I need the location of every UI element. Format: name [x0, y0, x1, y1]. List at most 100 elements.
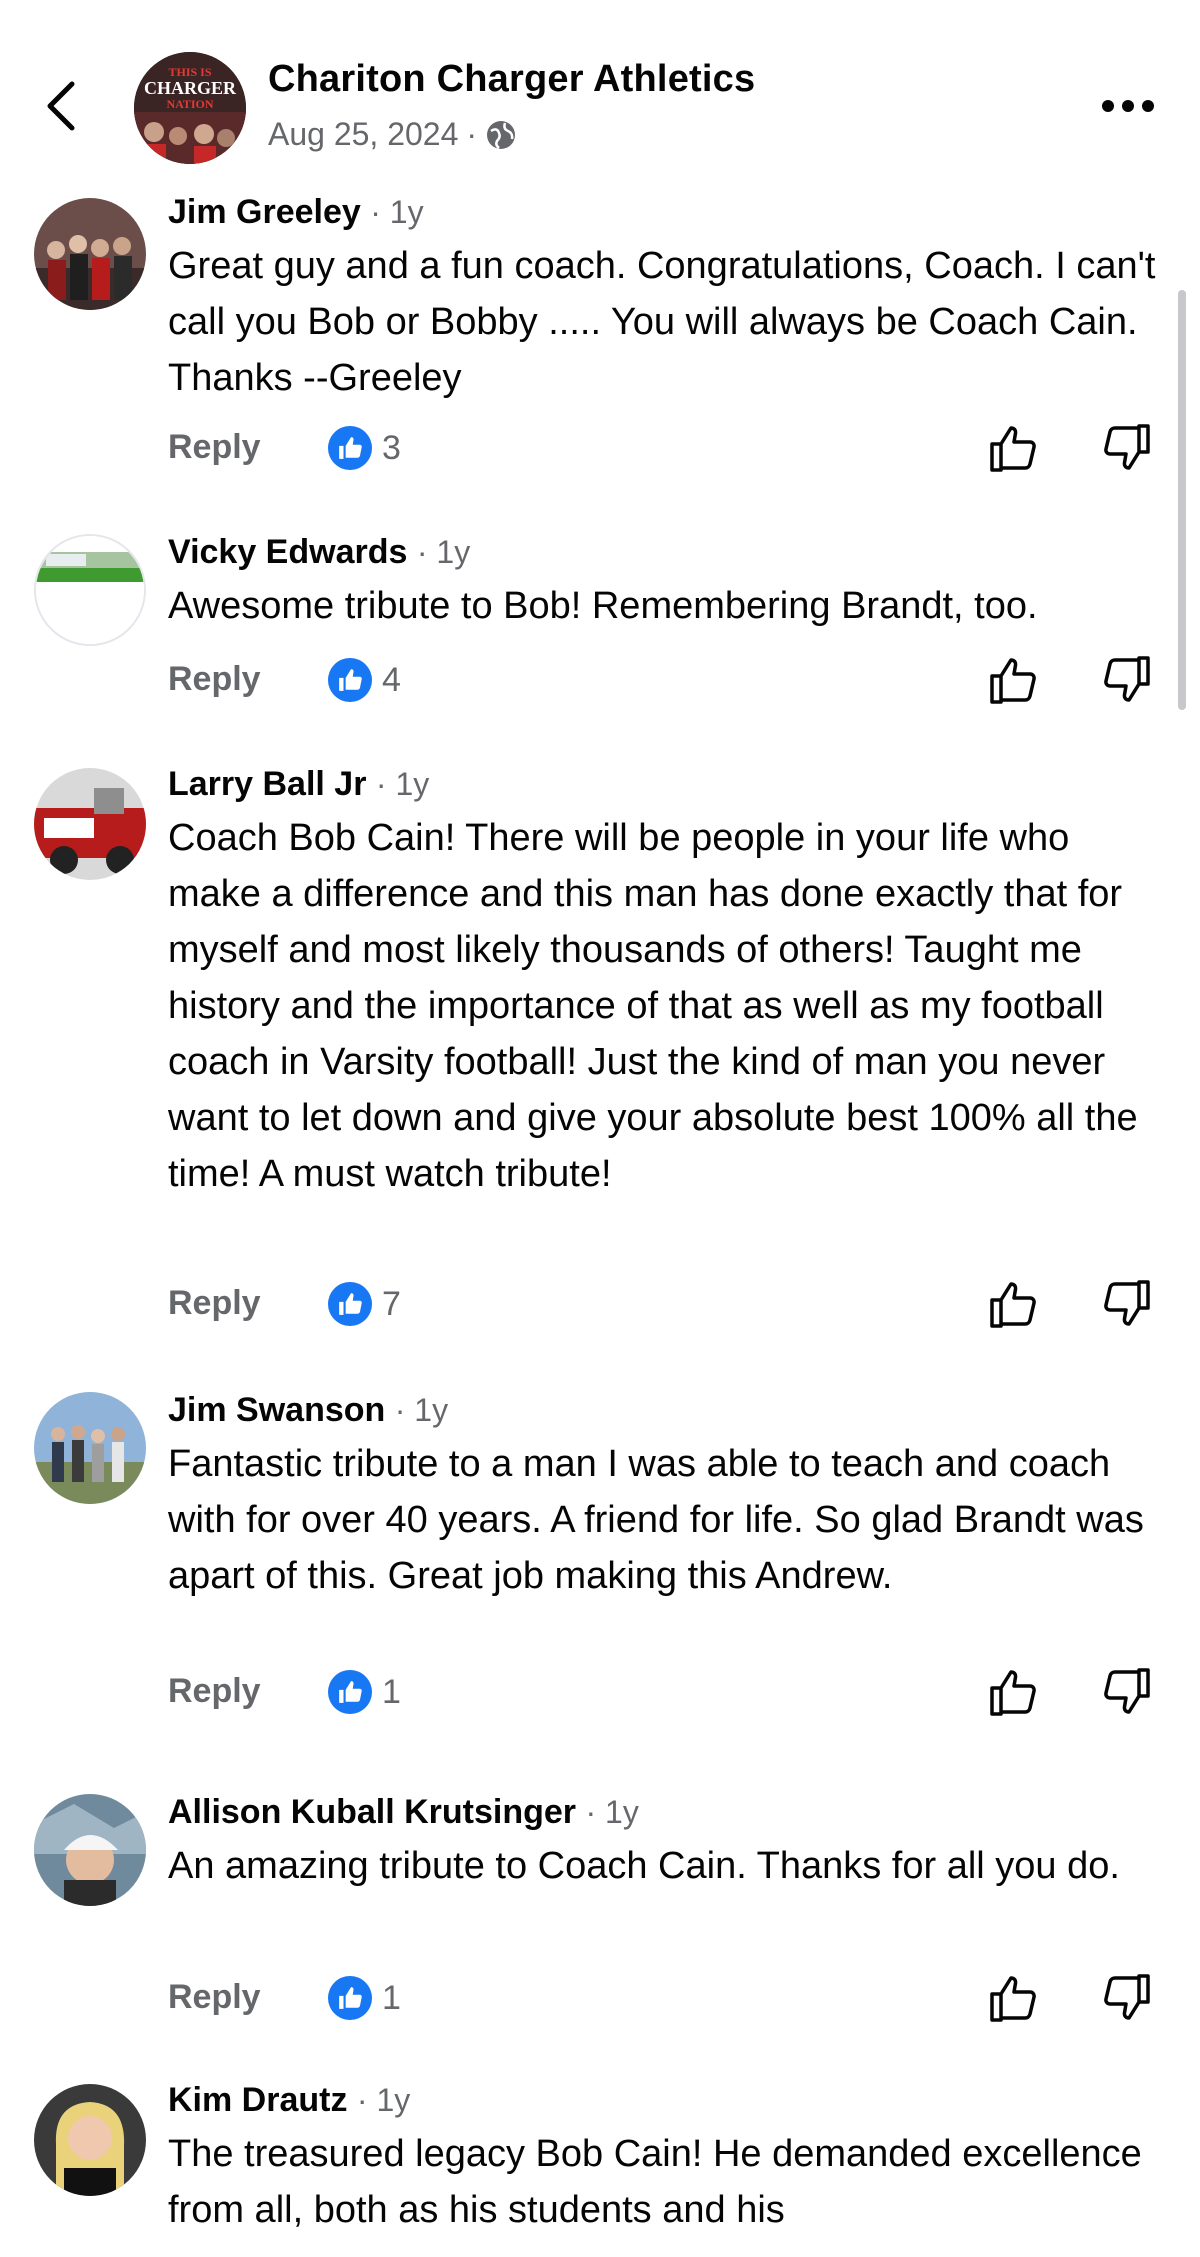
avatar[interactable]	[34, 768, 146, 880]
globe-icon	[487, 120, 516, 149]
scrollbar[interactable]	[1178, 290, 1186, 710]
back-button[interactable]	[42, 76, 82, 136]
like-button[interactable]	[986, 1970, 1042, 2026]
avatar[interactable]	[34, 2084, 146, 2196]
like-button[interactable]	[986, 652, 1042, 708]
comment-header: Jim Greeley · 1y	[168, 190, 1168, 234]
comment-time: · 1y	[416, 534, 471, 570]
comment-text: Coach Bob Cain! There will be people in …	[168, 817, 1138, 1195]
comment-time: · 1y	[585, 1794, 639, 1830]
reaction-summary[interactable]: 1	[328, 1974, 401, 2022]
comment-actions: Reply 4	[168, 652, 1168, 708]
reaction-summary[interactable]: 1	[328, 1668, 401, 1716]
comment-actions: Reply 3	[168, 420, 1168, 476]
dislike-button[interactable]	[1098, 1276, 1154, 1332]
like-count: 1	[382, 1978, 401, 2017]
svg-text:THIS IS: THIS IS	[168, 65, 211, 79]
comment-text: The treasured legacy Bob Cain! He demand…	[168, 2133, 1142, 2231]
thumbs-down-icon	[1104, 1280, 1150, 1326]
like-button[interactable]	[986, 1664, 1042, 1720]
reaction-summary[interactable]: 3	[328, 424, 401, 472]
dislike-button[interactable]	[1098, 652, 1154, 708]
comment-header: Allison Kuball Krutsinger · 1y	[168, 1790, 1168, 1834]
post-meta: Aug 25, 2024 ·	[268, 116, 517, 153]
avatar-photo	[34, 2084, 146, 2196]
avatar-photo	[34, 198, 146, 310]
avatar-photo	[34, 1794, 146, 1906]
thumbs-up-icon	[990, 1976, 1036, 2022]
thumbs-down-icon	[1104, 424, 1150, 470]
chevron-left-icon	[47, 81, 75, 131]
more-dots-icon	[1102, 100, 1154, 112]
thumbs-up-icon	[990, 658, 1036, 704]
svg-text:NATION: NATION	[166, 97, 213, 111]
comment-body: Jim Greeley · 1y Great guy and a fun coa…	[168, 190, 1168, 406]
reply-button[interactable]: Reply	[168, 660, 261, 699]
dislike-button[interactable]	[1098, 1970, 1154, 2026]
more-options-button[interactable]	[1100, 96, 1156, 116]
reaction-summary[interactable]: 7	[328, 1280, 401, 1328]
avatar-photo	[34, 768, 146, 880]
comment-time: · 1y	[394, 1392, 449, 1428]
comment-body: Kim Drautz · 1y The treasured legacy Bob…	[168, 2078, 1168, 2238]
comment-body: Jim Swanson · 1y Fantastic tribute to a …	[168, 1388, 1168, 1604]
meta-separator: ·	[466, 116, 478, 152]
dislike-button[interactable]	[1098, 420, 1154, 476]
avatar-photo	[36, 536, 144, 644]
comment-author[interactable]: Allison Kuball Krutsinger	[168, 1793, 576, 1831]
thumbs-down-icon	[1104, 656, 1150, 702]
comment-header: Vicky Edwards · 1y	[168, 530, 1168, 574]
like-button[interactable]	[986, 420, 1042, 476]
like-reaction-icon	[328, 1976, 372, 2020]
thumbs-up-icon	[990, 1670, 1036, 1716]
avatar[interactable]	[34, 1392, 146, 1504]
comment-time: · 1y	[356, 2082, 411, 2118]
reply-button[interactable]: Reply	[168, 1672, 261, 1711]
comment-author[interactable]: Jim Swanson	[168, 1391, 385, 1429]
like-reaction-icon	[328, 658, 372, 702]
comment-body: Vicky Edwards · 1y Awesome tribute to Bo…	[168, 530, 1168, 634]
comment-author[interactable]: Kim Drautz	[168, 2081, 347, 2119]
reply-button[interactable]: Reply	[168, 428, 261, 467]
svg-text:CHARGER: CHARGER	[144, 78, 237, 98]
comment-actions: Reply 7	[168, 1276, 1168, 1332]
page-logo: THIS IS CHARGER NATION	[134, 52, 246, 164]
comment-author[interactable]: Vicky Edwards	[168, 533, 407, 571]
comment-header: Kim Drautz · 1y	[168, 2078, 1168, 2122]
reply-button[interactable]: Reply	[168, 1284, 261, 1323]
avatar[interactable]	[34, 534, 146, 646]
comment-header: Jim Swanson · 1y	[168, 1388, 1168, 1432]
like-count: 1	[382, 1672, 401, 1711]
comment-header: Larry Ball Jr · 1y	[168, 762, 1168, 806]
comment-actions: Reply 1	[168, 1664, 1168, 1720]
avatar-photo	[34, 1392, 146, 1504]
comment-actions: Reply 1	[168, 1970, 1168, 2026]
reply-button[interactable]: Reply	[168, 1978, 261, 2017]
comment-text: Awesome tribute to Bob! Remembering Bran…	[168, 585, 1038, 627]
thumbs-down-icon	[1104, 1974, 1150, 2020]
comment-text: An amazing tribute to Coach Cain. Thanks…	[168, 1845, 1120, 1887]
comment-author[interactable]: Larry Ball Jr	[168, 765, 366, 803]
avatar[interactable]	[34, 1794, 146, 1906]
reaction-summary[interactable]: 4	[328, 656, 401, 704]
page-name[interactable]: Chariton Charger Athletics	[268, 58, 755, 101]
like-count: 4	[382, 660, 401, 699]
thumbs-up-icon	[990, 1282, 1036, 1328]
page-avatar[interactable]: THIS IS CHARGER NATION	[134, 52, 246, 164]
comment-time: · 1y	[375, 766, 430, 802]
thumbs-down-icon	[1104, 1668, 1150, 1714]
comment-time: · 1y	[370, 194, 424, 230]
like-count: 7	[382, 1284, 401, 1323]
like-reaction-icon	[328, 426, 372, 470]
like-count: 3	[382, 428, 401, 467]
dislike-button[interactable]	[1098, 1664, 1154, 1720]
like-button[interactable]	[986, 1276, 1042, 1332]
post-date: Aug 25, 2024	[268, 116, 459, 152]
avatar[interactable]	[34, 198, 146, 310]
like-reaction-icon	[328, 1282, 372, 1326]
comment-body: Allison Kuball Krutsinger · 1y An amazin…	[168, 1790, 1168, 1894]
post-header: THIS IS CHARGER NATION Chariton Charger …	[0, 0, 1200, 180]
comment-text: Fantastic tribute to a man I was able to…	[168, 1443, 1144, 1597]
comment-body: Larry Ball Jr · 1y Coach Bob Cain! There…	[168, 762, 1168, 1202]
comment-author[interactable]: Jim Greeley	[168, 193, 361, 231]
